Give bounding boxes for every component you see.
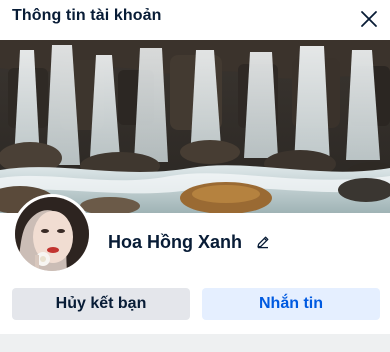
account-info-dialog: Thông tin tài khoản Hoa Hồng Xanh Hủy kế…	[0, 0, 390, 352]
dialog-title: Thông tin tài khoản	[12, 7, 162, 24]
close-button[interactable]	[354, 4, 384, 34]
pencil-icon[interactable]	[254, 233, 272, 251]
profile-name-row: Hoa Hồng Xanh	[108, 230, 272, 254]
cover-photo[interactable]	[0, 40, 390, 213]
section-divider	[0, 334, 390, 352]
message-button[interactable]: Nhắn tin	[202, 288, 380, 320]
dialog-header: Thông tin tài khoản	[0, 0, 390, 40]
close-icon	[361, 11, 377, 27]
unfriend-button[interactable]: Hủy kết bạn	[12, 288, 190, 320]
avatar[interactable]	[12, 194, 92, 274]
profile-name: Hoa Hồng Xanh	[108, 231, 242, 252]
